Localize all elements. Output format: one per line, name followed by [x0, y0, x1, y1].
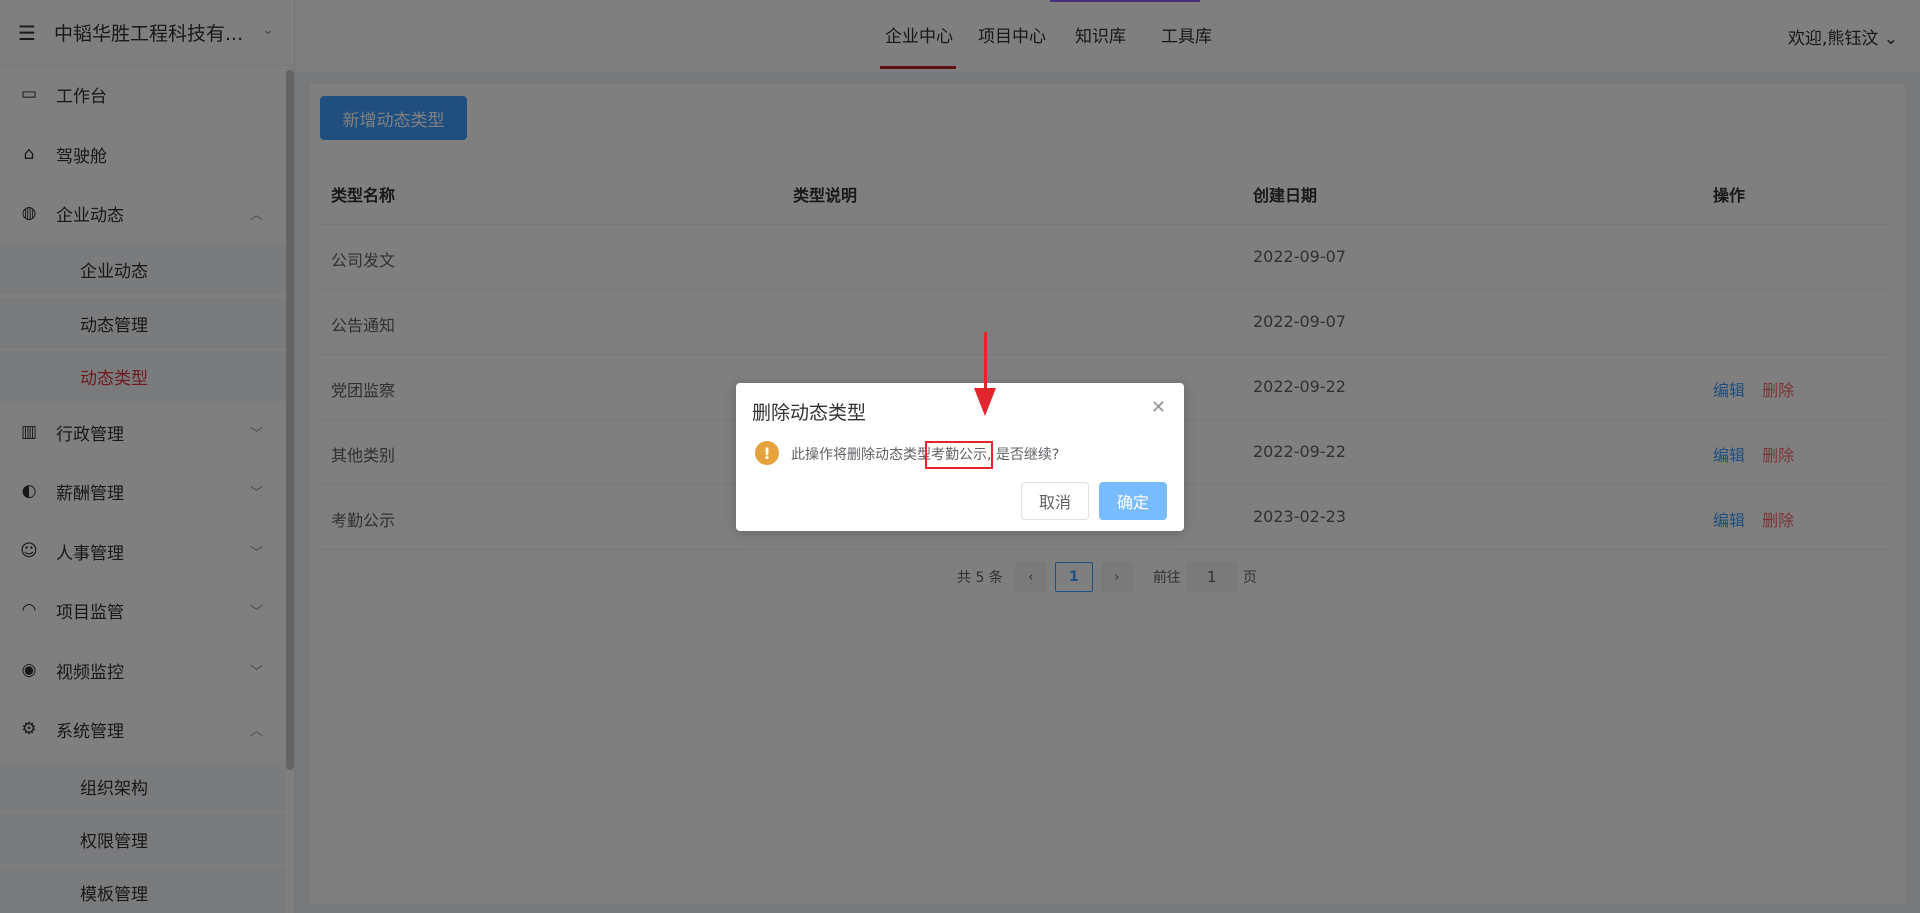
confirm-button[interactable]: 确定	[1099, 482, 1167, 520]
dialog-message: 此操作将删除动态类型考勤公示, 是否继续?	[791, 441, 1060, 469]
annotation-arrow-shaft	[984, 332, 987, 392]
message-prefix: 此操作将删除动态类型	[791, 447, 931, 463]
warning-icon: !	[755, 441, 779, 465]
highlighted-type-name: 考勤公示	[925, 441, 993, 469]
delete-confirm-dialog: 删除动态类型 ✕ ! 此操作将删除动态类型考勤公示, 是否继续? 取消 确定	[736, 383, 1184, 531]
close-icon[interactable]: ✕	[1151, 397, 1166, 418]
cancel-button[interactable]: 取消	[1021, 482, 1089, 520]
dialog-title: 删除动态类型	[752, 402, 867, 424]
message-suffix: , 是否继续?	[987, 447, 1060, 463]
annotation-arrow-head	[974, 388, 996, 416]
